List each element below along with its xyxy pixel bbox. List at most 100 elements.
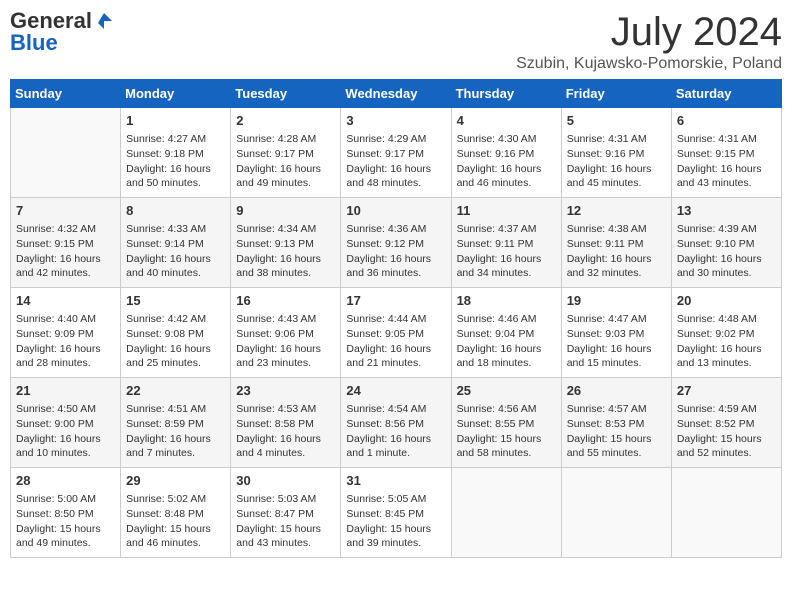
day-info: Sunrise: 4:53 AM Sunset: 8:58 PM Dayligh… [236, 402, 335, 461]
calendar-cell: 10 Sunrise: 4:36 AM Sunset: 9:12 PM Dayli… [341, 198, 451, 288]
calendar-cell: 19 Sunrise: 4:47 AM Sunset: 9:03 PM Dayli… [561, 288, 671, 378]
calendar-cell: 21Sunrise: 4:50 AM Sunset: 9:00 PM Dayli… [11, 378, 121, 468]
calendar-week-row: 21Sunrise: 4:50 AM Sunset: 9:00 PM Dayli… [11, 378, 782, 468]
day-number: 11 [457, 202, 556, 220]
calendar-cell: 4 Sunrise: 4:30 AM Sunset: 9:16 PM Daylig… [451, 108, 561, 198]
page-header: General Blue July 2024 Szubin, Kujawsko-… [10, 10, 782, 73]
day-number: 16 [236, 292, 335, 310]
day-info: Sunrise: 4:36 AM Sunset: 9:12 PM Dayligh… [346, 222, 445, 281]
calendar-week-row: 1 Sunrise: 4:27 AM Sunset: 9:18 PM Daylig… [11, 108, 782, 198]
calendar-cell: 26 Sunrise: 4:57 AM Sunset: 8:53 PM Dayli… [561, 378, 671, 468]
calendar-cell: 31Sunrise: 5:05 AM Sunset: 8:45 PM Dayli… [341, 468, 451, 558]
day-number: 28 [16, 472, 115, 490]
day-info: Sunrise: 4:46 AM Sunset: 9:04 PM Dayligh… [457, 312, 556, 371]
calendar-cell: 17 Sunrise: 4:44 AM Sunset: 9:05 PM Dayli… [341, 288, 451, 378]
calendar-cell: 13 Sunrise: 4:39 AM Sunset: 9:10 PM Dayli… [671, 198, 781, 288]
day-number: 29 [126, 472, 225, 490]
calendar-week-row: 14Sunrise: 4:40 AM Sunset: 9:09 PM Dayli… [11, 288, 782, 378]
calendar-cell: 28 Sunrise: 5:00 AM Sunset: 8:50 PM Dayli… [11, 468, 121, 558]
day-info: Sunrise: 4:57 AM Sunset: 8:53 PM Dayligh… [567, 402, 666, 461]
day-number: 5 [567, 112, 666, 130]
day-number: 30 [236, 472, 335, 490]
calendar-cell: 20 Sunrise: 4:48 AM Sunset: 9:02 PM Dayli… [671, 288, 781, 378]
day-number: 3 [346, 112, 445, 130]
day-info: Sunrise: 5:00 AM Sunset: 8:50 PM Dayligh… [16, 492, 115, 551]
calendar-cell: 18 Sunrise: 4:46 AM Sunset: 9:04 PM Dayli… [451, 288, 561, 378]
location-text: Szubin, Kujawsko-Pomorskie, Poland [516, 55, 782, 73]
day-info: Sunrise: 4:48 AM Sunset: 9:02 PM Dayligh… [677, 312, 776, 371]
day-number: 26 [567, 382, 666, 400]
day-number: 24 [346, 382, 445, 400]
day-info: Sunrise: 4:59 AM Sunset: 8:52 PM Dayligh… [677, 402, 776, 461]
calendar-cell: 30 Sunrise: 5:03 AM Sunset: 8:47 PM Dayli… [231, 468, 341, 558]
col-header-tuesday: Tuesday [231, 80, 341, 108]
calendar-cell: 8Sunrise: 4:33 AM Sunset: 9:14 PM Daylig… [121, 198, 231, 288]
day-number: 12 [567, 202, 666, 220]
calendar-cell: 27 Sunrise: 4:59 AM Sunset: 8:52 PM Dayli… [671, 378, 781, 468]
day-number: 14 [16, 292, 115, 310]
calendar-cell: 24 Sunrise: 4:54 AM Sunset: 8:56 PM Dayli… [341, 378, 451, 468]
calendar-cell: 1 Sunrise: 4:27 AM Sunset: 9:18 PM Daylig… [121, 108, 231, 198]
calendar-cell: 12 Sunrise: 4:38 AM Sunset: 9:11 PM Dayli… [561, 198, 671, 288]
logo-icon [94, 11, 114, 31]
day-number: 17 [346, 292, 445, 310]
day-info: Sunrise: 4:38 AM Sunset: 9:11 PM Dayligh… [567, 222, 666, 281]
logo: General Blue [10, 10, 114, 54]
day-info: Sunrise: 4:42 AM Sunset: 9:08 PM Dayligh… [126, 312, 225, 371]
calendar-cell: 29 Sunrise: 5:02 AM Sunset: 8:48 PM Dayli… [121, 468, 231, 558]
calendar-cell: 5Sunrise: 4:31 AM Sunset: 9:16 PM Daylig… [561, 108, 671, 198]
day-info: Sunrise: 4:29 AM Sunset: 9:17 PM Dayligh… [346, 132, 445, 191]
calendar-table: SundayMondayTuesdayWednesdayThursdayFrid… [10, 79, 782, 558]
calendar-cell: 22 Sunrise: 4:51 AM Sunset: 8:59 PM Dayli… [121, 378, 231, 468]
calendar-cell: 25Sunrise: 4:56 AM Sunset: 8:55 PM Dayli… [451, 378, 561, 468]
day-info: Sunrise: 4:56 AM Sunset: 8:55 PM Dayligh… [457, 402, 556, 461]
day-info: Sunrise: 5:03 AM Sunset: 8:47 PM Dayligh… [236, 492, 335, 551]
day-info: Sunrise: 4:32 AM Sunset: 9:15 PM Dayligh… [16, 222, 115, 281]
day-number: 4 [457, 112, 556, 130]
calendar-cell: 3 Sunrise: 4:29 AM Sunset: 9:17 PM Daylig… [341, 108, 451, 198]
col-header-wednesday: Wednesday [341, 80, 451, 108]
day-info: Sunrise: 5:02 AM Sunset: 8:48 PM Dayligh… [126, 492, 225, 551]
day-number: 20 [677, 292, 776, 310]
calendar-cell: 14Sunrise: 4:40 AM Sunset: 9:09 PM Dayli… [11, 288, 121, 378]
calendar-cell: 6 Sunrise: 4:31 AM Sunset: 9:15 PM Daylig… [671, 108, 781, 198]
day-number: 10 [346, 202, 445, 220]
day-number: 31 [346, 472, 445, 490]
day-info: Sunrise: 4:51 AM Sunset: 8:59 PM Dayligh… [126, 402, 225, 461]
day-info: Sunrise: 4:30 AM Sunset: 9:16 PM Dayligh… [457, 132, 556, 191]
day-info: Sunrise: 4:33 AM Sunset: 9:14 PM Dayligh… [126, 222, 225, 281]
day-info: Sunrise: 4:27 AM Sunset: 9:18 PM Dayligh… [126, 132, 225, 191]
day-info: Sunrise: 4:47 AM Sunset: 9:03 PM Dayligh… [567, 312, 666, 371]
calendar-cell: 16 Sunrise: 4:43 AM Sunset: 9:06 PM Dayli… [231, 288, 341, 378]
calendar-cell: 15 Sunrise: 4:42 AM Sunset: 9:08 PM Dayli… [121, 288, 231, 378]
day-number: 13 [677, 202, 776, 220]
col-header-monday: Monday [121, 80, 231, 108]
day-info: Sunrise: 4:39 AM Sunset: 9:10 PM Dayligh… [677, 222, 776, 281]
day-info: Sunrise: 4:31 AM Sunset: 9:15 PM Dayligh… [677, 132, 776, 191]
calendar-cell: 9Sunrise: 4:34 AM Sunset: 9:13 PM Daylig… [231, 198, 341, 288]
day-number: 1 [126, 112, 225, 130]
col-header-friday: Friday [561, 80, 671, 108]
calendar-cell: 23 Sunrise: 4:53 AM Sunset: 8:58 PM Dayli… [231, 378, 341, 468]
calendar-header-row: SundayMondayTuesdayWednesdayThursdayFrid… [11, 80, 782, 108]
day-number: 22 [126, 382, 225, 400]
day-number: 19 [567, 292, 666, 310]
day-number: 18 [457, 292, 556, 310]
day-number: 6 [677, 112, 776, 130]
col-header-saturday: Saturday [671, 80, 781, 108]
calendar-cell [561, 468, 671, 558]
calendar-cell [11, 108, 121, 198]
day-number: 7 [16, 202, 115, 220]
day-info: Sunrise: 4:43 AM Sunset: 9:06 PM Dayligh… [236, 312, 335, 371]
day-number: 23 [236, 382, 335, 400]
day-number: 27 [677, 382, 776, 400]
day-info: Sunrise: 4:54 AM Sunset: 8:56 PM Dayligh… [346, 402, 445, 461]
calendar-cell: 7 Sunrise: 4:32 AM Sunset: 9:15 PM Daylig… [11, 198, 121, 288]
calendar-cell: 2Sunrise: 4:28 AM Sunset: 9:17 PM Daylig… [231, 108, 341, 198]
calendar-cell: 11 Sunrise: 4:37 AM Sunset: 9:11 PM Dayli… [451, 198, 561, 288]
day-info: Sunrise: 4:37 AM Sunset: 9:11 PM Dayligh… [457, 222, 556, 281]
day-info: Sunrise: 4:50 AM Sunset: 9:00 PM Dayligh… [16, 402, 115, 461]
day-info: Sunrise: 4:44 AM Sunset: 9:05 PM Dayligh… [346, 312, 445, 371]
logo-general-text: General [10, 10, 92, 32]
day-number: 15 [126, 292, 225, 310]
